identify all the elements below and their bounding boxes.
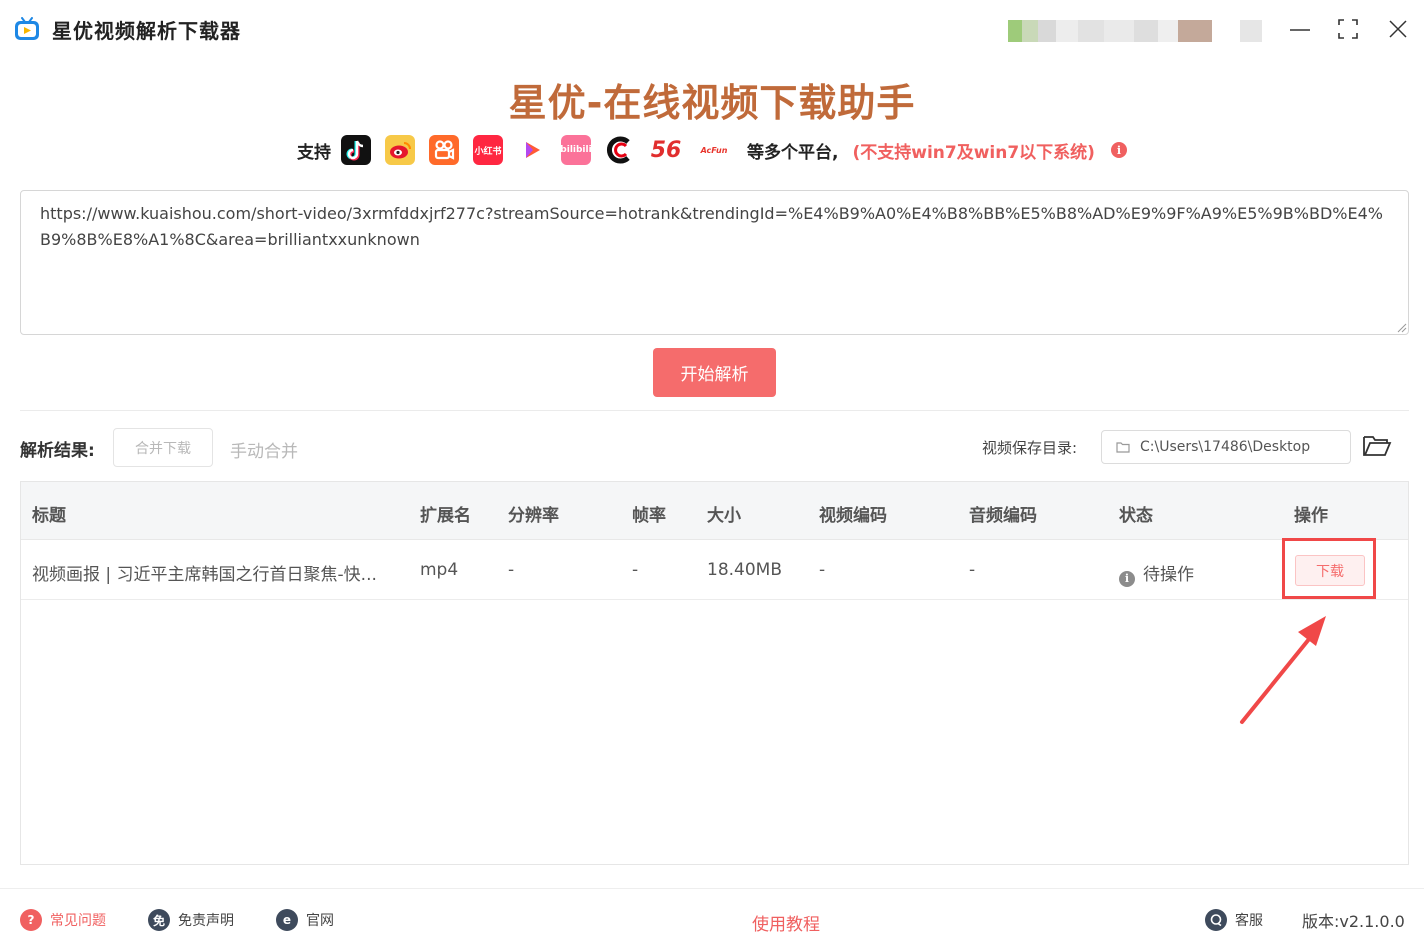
weibo-icon (385, 135, 415, 165)
save-dir-value: C:\Users\17486\Desktop (1140, 439, 1311, 455)
resize-grip-icon[interactable] (1397, 323, 1407, 333)
col-fps: 帧率 (632, 506, 666, 526)
col-status: 状态 (1119, 506, 1153, 526)
faq-link[interactable]: ? 常见问题 (20, 907, 106, 933)
status-info-icon: i (1119, 570, 1135, 587)
close-icon (1389, 20, 1407, 38)
support-more-text: 等多个平台, (747, 142, 839, 163)
cell-title: 视频画报 | 习近平主席韩国之行首日聚焦-快... (32, 565, 377, 585)
c-platform-icon (605, 135, 635, 165)
divider (20, 410, 1409, 411)
website-link[interactable]: e 官网 (276, 907, 334, 933)
status-text: 待操作 (1143, 565, 1194, 585)
tiktok-icon (341, 135, 371, 165)
page-title: 星优-在线视频下载助手 (508, 81, 916, 125)
table-header: 标题 扩展名 分辨率 帧率 大小 视频编码 音频编码 状态 操作 (21, 482, 1408, 540)
version-text: 版本:v2.1.0.0 (1302, 912, 1405, 931)
disclaimer-label: 免责声明 (178, 913, 234, 929)
question-icon: ? (20, 909, 42, 931)
maximize-icon (1338, 19, 1358, 39)
info-icon[interactable]: i (1110, 142, 1127, 158)
results-table: 标题 扩展名 分辨率 帧率 大小 视频编码 音频编码 状态 操作 视频画报 | … (20, 481, 1409, 865)
service-label: 客服 (1235, 913, 1263, 929)
cell-ext: mp4 (420, 560, 459, 580)
save-dir-label: 视频保存目录: (982, 439, 1078, 457)
pointer-arrow-icon (1240, 616, 1326, 724)
cell-video-codec: - (819, 560, 826, 580)
cell-fps: - (632, 560, 639, 580)
app-title: 星优视频解析下载器 (52, 19, 241, 43)
system-warning-text: (不支持win7及win7以下系统) (852, 142, 1095, 163)
bilibili-icon: bilibili (560, 135, 592, 165)
cell-resolution: - (508, 560, 515, 580)
disclaimer-icon: 免 (148, 909, 170, 931)
open-folder-icon[interactable] (1362, 433, 1392, 459)
close-button[interactable] (1384, 15, 1412, 43)
cell-status: i 待操作 (1119, 560, 1194, 587)
url-input[interactable]: https://www.kuaishou.com/short-video/3xr… (20, 190, 1409, 335)
customer-service-link[interactable]: 客服 (1205, 907, 1263, 933)
play-platform-icon (517, 135, 547, 165)
faq-label: 常见问题 (50, 913, 106, 929)
col-video-codec: 视频编码 (819, 506, 887, 526)
table-row: 视频画报 | 习近平主席韩国之行首日聚焦-快... mp4 - - 18.40M… (21, 540, 1408, 600)
save-dir-input[interactable]: C:\Users\17486\Desktop (1101, 430, 1351, 464)
website-label: 官网 (306, 913, 334, 929)
xiaohongshu-icon: 小红书 (473, 135, 503, 165)
app-logo-icon (15, 17, 39, 40)
merge-download-button[interactable]: 合并下载 (113, 428, 213, 467)
folder-small-icon (1116, 442, 1130, 453)
col-ext: 扩展名 (420, 506, 471, 526)
title-bar: 星优视频解析下载器 (0, 0, 1424, 58)
kuaishou-icon (429, 135, 459, 165)
tutorial-link[interactable]: 使用教程 (752, 910, 820, 934)
col-audio-codec: 音频编码 (969, 506, 1037, 526)
col-size: 大小 (707, 506, 741, 526)
acfun-icon: AcFun (697, 135, 731, 165)
results-label: 解析结果: (20, 441, 95, 461)
maximize-button[interactable] (1334, 15, 1362, 43)
start-parse-button[interactable]: 开始解析 (653, 348, 776, 397)
disclaimer-link[interactable]: 免 免责声明 (148, 907, 234, 933)
manual-merge-link[interactable]: 手动合并 (230, 437, 298, 462)
minimize-icon (1290, 29, 1310, 31)
col-title: 标题 (32, 506, 66, 526)
cell-size: 18.40MB (707, 560, 782, 580)
56-platform-icon: 56 (649, 135, 683, 165)
minimize-button[interactable] (1286, 15, 1314, 43)
supported-platforms-row: 支持 小红书 bilibili 56 AcFun 等多个平台, (不支持win7… (297, 133, 1127, 167)
chat-icon (1205, 909, 1227, 931)
footer-divider (0, 888, 1424, 889)
browser-icon: e (276, 909, 298, 931)
col-action: 操作 (1294, 506, 1328, 526)
col-resolution: 分辨率 (508, 506, 559, 526)
cell-audio-codec: - (969, 560, 976, 580)
download-highlight-frame (1282, 538, 1376, 599)
support-label: 支持 (297, 142, 331, 163)
user-avatar-blurred[interactable] (1008, 18, 1262, 44)
